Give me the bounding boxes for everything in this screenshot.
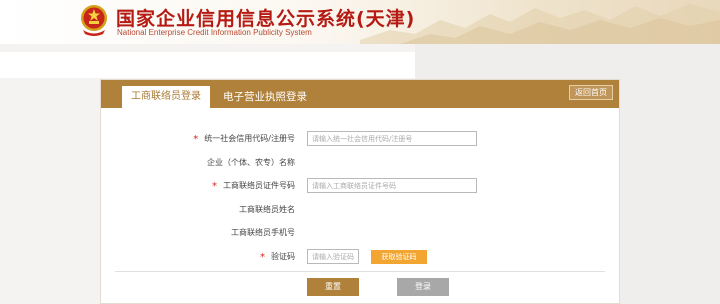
tab-e-license-login[interactable]: 电子营业执照登录	[214, 86, 316, 108]
credit-code-label: * 统一社会信用代码/注册号	[95, 133, 295, 145]
required-mark: *	[260, 252, 265, 263]
required-mark: *	[193, 134, 199, 145]
divider	[115, 271, 605, 272]
enterprise-name-label: 企业（个体、农专）名称	[207, 158, 295, 167]
site-subtitle: National Enterprise Credit Information P…	[117, 28, 312, 37]
liaison-phone-label: 工商联络员手机号	[231, 228, 295, 237]
white-band	[0, 52, 415, 78]
tab-liaison-login[interactable]: 工商联络员登录	[122, 86, 210, 108]
credit-code-input[interactable]	[307, 131, 477, 146]
liaison-id-label: * 工商联络员证件号码	[95, 180, 295, 192]
back-to-home-button[interactable]: 返回首页	[569, 85, 613, 100]
site-header: 国家企业信用信息公示系统(天津) National Enterprise Cre…	[0, 0, 720, 44]
captcha-input[interactable]	[307, 249, 359, 264]
get-code-button[interactable]: 获取验证码	[371, 250, 427, 264]
required-mark: *	[212, 181, 217, 192]
tab-bar: 工商联络员登录 电子营业执照登录 返回首页	[101, 80, 619, 108]
reset-button[interactable]: 重置	[307, 278, 359, 296]
credit-code-label-text: 统一社会信用代码/注册号	[204, 134, 295, 143]
site-title: 国家企业信用信息公示系统(天津)	[116, 8, 416, 30]
liaison-name-label: 工商联络员姓名	[239, 205, 295, 214]
captcha-label-text: 验证码	[271, 252, 295, 261]
liaison-id-label-text: 工商联络员证件号码	[223, 181, 295, 190]
captcha-label: * 验证码	[95, 251, 295, 263]
login-panel: 工商联络员登录 电子营业执照登录 返回首页 * 统一社会信用代码/注册号 企业（个…	[100, 79, 620, 304]
liaison-id-input[interactable]	[307, 178, 477, 193]
login-button[interactable]: 登录	[397, 278, 449, 296]
national-emblem-icon	[81, 5, 107, 36]
